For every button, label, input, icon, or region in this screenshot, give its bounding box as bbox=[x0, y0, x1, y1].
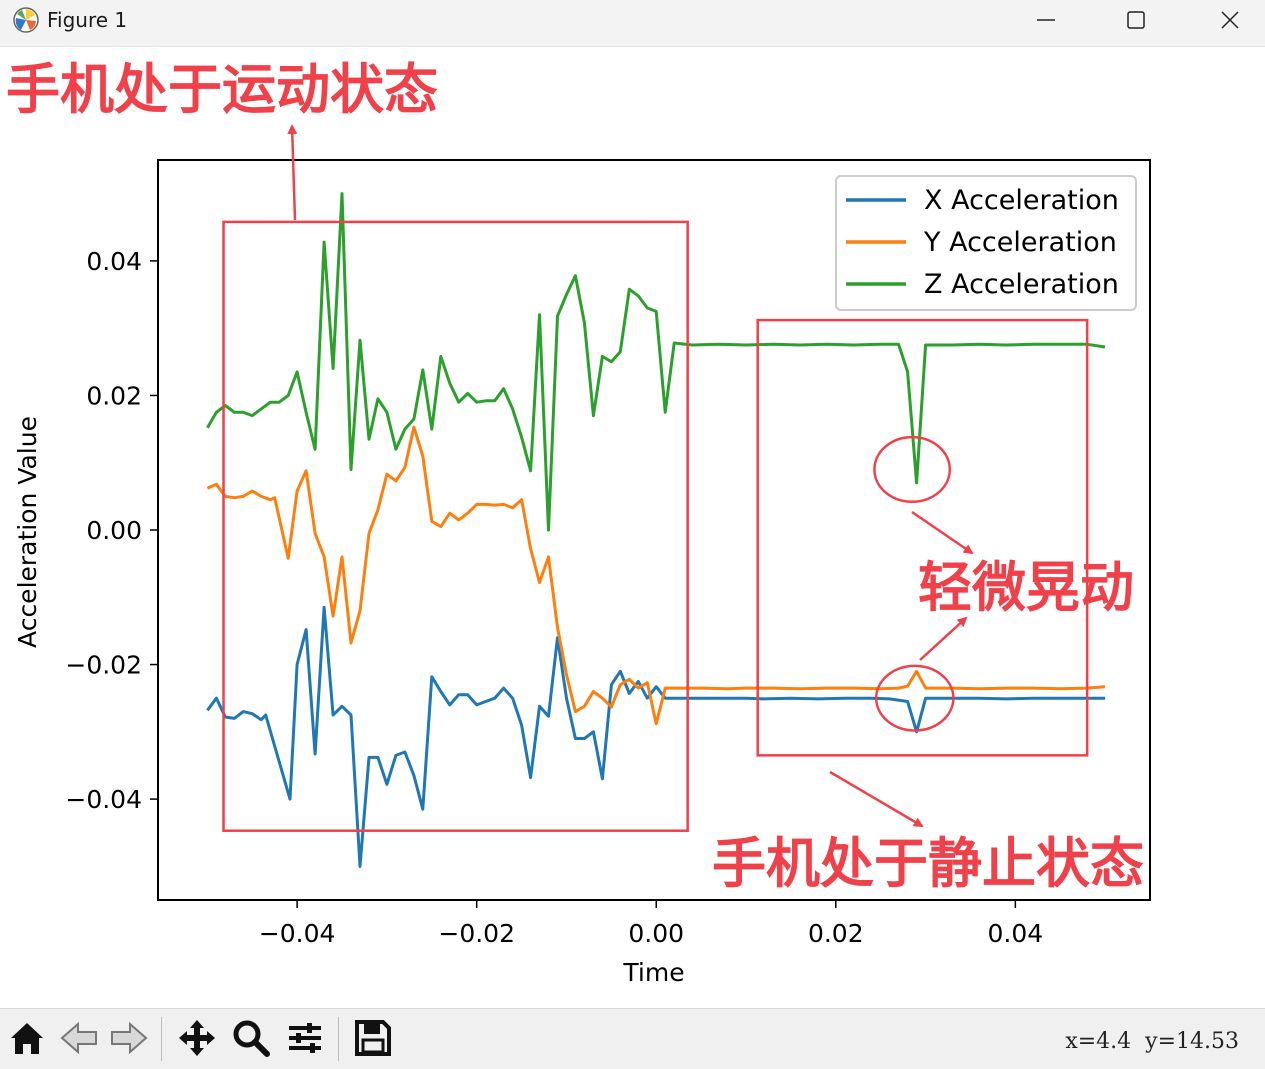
navigation-toolbar: x=4.4 y=14.53 bbox=[0, 1008, 1265, 1069]
window-title: Figure 1 bbox=[47, 8, 128, 32]
y-tick-label: 0.04 bbox=[86, 247, 142, 276]
legend-entry-label: Y Acceleration bbox=[923, 227, 1117, 258]
maximize-icon bbox=[1127, 11, 1145, 29]
x-tick-label: 0.00 bbox=[628, 919, 684, 948]
zoom-button[interactable] bbox=[228, 1015, 274, 1061]
configure-subplots-button[interactable] bbox=[282, 1015, 328, 1061]
legend-entry-label: Z Acceleration bbox=[924, 269, 1119, 300]
close-icon bbox=[1221, 11, 1239, 29]
y-axis-label: Acceleration Value bbox=[13, 416, 42, 648]
forward-arrow-icon bbox=[111, 1021, 148, 1055]
save-button[interactable] bbox=[350, 1015, 396, 1061]
y-tick-label: 0.02 bbox=[86, 381, 142, 410]
legend-entry-label: X Acceleration bbox=[924, 185, 1119, 216]
x-axis-label: Time bbox=[622, 958, 684, 987]
x-tick-label: −0.04 bbox=[259, 919, 336, 948]
x-tick-label: −0.02 bbox=[438, 919, 515, 948]
toolbar-separator bbox=[161, 1017, 162, 1061]
pan-move-icon bbox=[179, 1020, 215, 1056]
matplotlib-logo-icon bbox=[13, 7, 39, 33]
forward-button[interactable] bbox=[106, 1015, 152, 1061]
x-tick-label: 0.04 bbox=[988, 919, 1044, 948]
minimize-icon bbox=[1037, 19, 1055, 21]
pan-button[interactable] bbox=[174, 1015, 220, 1061]
slight-shake-label: 轻微晃动 bbox=[918, 556, 1134, 619]
minimize-button[interactable] bbox=[1016, 0, 1076, 40]
home-icon bbox=[11, 1023, 43, 1054]
close-button[interactable] bbox=[1200, 0, 1260, 40]
figure-canvas[interactable]: −0.04 −0.02 0.00 0.02 0.04 0.04 0.02 0.00 −0.02 −… bbox=[0, 46, 1265, 1008]
back-button[interactable] bbox=[56, 1015, 102, 1061]
cursor-coordinates: x=4.4 y=14.53 bbox=[1065, 1029, 1239, 1054]
y-tick-label: −0.04 bbox=[65, 785, 142, 814]
zoom-magnifier-icon bbox=[233, 1020, 270, 1057]
moving-state-label: 手机处于运动状态 bbox=[6, 58, 438, 121]
back-arrow-icon bbox=[60, 1021, 97, 1055]
cursor-x-readout: x=4.4 bbox=[1065, 1029, 1132, 1054]
window-titlebar: Figure 1 bbox=[0, 0, 1265, 47]
cursor-y-readout: y=14.53 bbox=[1145, 1029, 1239, 1054]
toolbar-separator bbox=[338, 1017, 339, 1061]
save-floppy-icon bbox=[355, 1020, 391, 1056]
y-tick-label: −0.02 bbox=[65, 651, 142, 680]
x-tick-label: 0.02 bbox=[808, 919, 864, 948]
configure-subplots-icon bbox=[289, 1023, 321, 1053]
home-button[interactable] bbox=[4, 1015, 50, 1061]
y-tick-label: 0.00 bbox=[86, 516, 142, 545]
static-state-label: 手机处于静止状态 bbox=[712, 832, 1144, 895]
maximize-button[interactable] bbox=[1106, 0, 1166, 40]
